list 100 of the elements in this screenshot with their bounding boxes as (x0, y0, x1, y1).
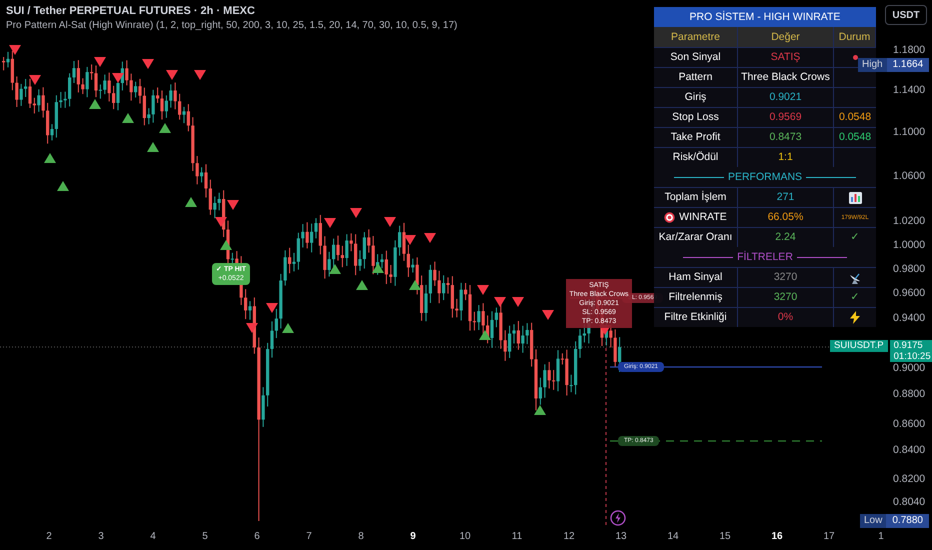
bar-chart-icon (848, 192, 862, 204)
price-axis-label: 0.9400 (893, 313, 926, 324)
time-axis-label: 11 (510, 532, 524, 542)
parameter-label: Risk/Ödül (672, 152, 718, 163)
low-price-price: 0.7880 (886, 514, 929, 528)
buy-signal-marker (329, 264, 341, 274)
sell-signal-marker (94, 57, 106, 67)
high-price-label: High (858, 58, 887, 72)
table-title: PRO SİSTEM - HIGH WINRATE (654, 7, 876, 27)
column-header: Parametre (654, 27, 738, 47)
buy-signal-marker (479, 330, 491, 340)
status-value: ✓ (850, 292, 860, 303)
price-axis-label: 1.1800 (893, 45, 926, 56)
sell-signal-marker (166, 70, 178, 80)
status-value: 0.0548 (838, 132, 872, 143)
sell-signal-marker (142, 59, 154, 69)
low-price-label: Low (860, 514, 886, 528)
time-axis-label: 2 (45, 532, 53, 542)
sell-signal-marker (494, 297, 506, 307)
time-axis-label: 5 (201, 532, 209, 542)
time-axis-label: 3 (97, 532, 105, 542)
buy-signal-marker (534, 405, 546, 415)
price-axis-label: 1.0000 (893, 240, 926, 250)
lightning-icon (610, 510, 626, 526)
parameter-label: Kar/Zarar Oranı (658, 232, 732, 243)
sell-signal-marker (324, 218, 336, 228)
column-header: Değer (738, 27, 834, 47)
sell-signal-marker (9, 45, 21, 55)
chart-title: SUI / Tether PERPETUAL FUTURES · 2h · MEXC (6, 5, 256, 18)
currency-button[interactable]: USDT (885, 5, 927, 25)
parameter-value: 2.24 (775, 232, 796, 243)
buy-signal-marker (57, 181, 69, 191)
parameter-label: Filtre Etkinliği (664, 312, 727, 323)
time-axis-label: 17 (822, 532, 836, 542)
parameter-value: 66.05% (768, 212, 804, 223)
status-value: 0.0548 (838, 112, 872, 123)
time-axis-label: 13 (614, 532, 628, 542)
parameter-value: Three Black Crows (741, 72, 830, 83)
last-price: 0.9175 (894, 340, 924, 351)
sell-signal-marker (404, 235, 416, 245)
time-axis-label: 10 (458, 532, 472, 542)
price-axis-label: 0.9000 (893, 363, 926, 374)
parameter-label: WINRATE (679, 212, 727, 223)
sell-signal-marker (512, 297, 524, 307)
price-axis-label: 0.8040 (893, 497, 926, 508)
sell-signal-marker (384, 217, 396, 227)
sell-signal-marker (246, 323, 258, 333)
parameter-label: Pattern (678, 72, 712, 83)
parameter-label: Take Profit (670, 132, 720, 143)
time-axis-label: 6 (253, 532, 261, 542)
parameter-value: 0.8473 (769, 132, 802, 143)
time-axis-label: 16 (770, 532, 784, 542)
price-axis-label: 0.9800 (893, 264, 926, 274)
time-axis-label: 8 (357, 532, 365, 542)
parameter-label: Ham Sinyal (668, 272, 722, 283)
price-axis-label: 0.8200 (893, 474, 926, 484)
status-value: ✓ (850, 232, 860, 243)
sell-signal-marker (194, 70, 206, 80)
buy-signal-marker (147, 142, 159, 152)
indicator-label: Pro Pattern Al-Sat (High Winrate) (1, 2, top_right, 50, 200, 3, 10, 25, 1.5, 20, 14, 70, 30, 10, 0.5, 9, 17) (6, 20, 458, 32)
time-axis-label: 9 (409, 532, 417, 542)
time-axis-label: 15 (718, 532, 732, 542)
price-axis-label: 0.8600 (893, 419, 926, 430)
symbol-tag: SUIUSDT.P (830, 340, 888, 352)
satellite-dish-icon (848, 271, 862, 284)
sell-signal-marker (112, 73, 124, 83)
sell-signal-marker (266, 303, 278, 313)
parameter-label: Giriş (684, 92, 706, 103)
price-axis-label: 1.0200 (893, 216, 926, 226)
column-header: Durum (834, 27, 876, 47)
parameter-label: Stop Loss (672, 112, 719, 123)
time-axis-label: 7 (305, 532, 313, 542)
buy-signal-marker (185, 197, 197, 207)
parameter-value: SATIŞ (770, 52, 800, 63)
sell-signal-marker (350, 208, 362, 218)
time-axis-label: 14 (666, 532, 680, 542)
sell-signal-marker (227, 200, 239, 210)
buy-signal-marker (372, 263, 384, 273)
buy-signal-marker (159, 123, 171, 133)
time-axis-label: 12 (562, 532, 576, 542)
sell-signal-marker (477, 285, 489, 295)
section-heading: FİLTRELER (737, 252, 793, 262)
buy-signal-marker (356, 280, 368, 290)
parameter-value: 3270 (774, 272, 798, 283)
price-axis-label: 0.9600 (893, 288, 926, 298)
high-price-price: 1.1664 (886, 58, 930, 72)
parameter-value: 271 (776, 192, 794, 203)
time-axis-label: 1 (877, 532, 885, 542)
buy-signal-marker (89, 99, 101, 109)
price-axis-label: 0.8400 (893, 445, 926, 456)
sell-signal-marker (542, 310, 554, 320)
sell-signal-marker (424, 233, 436, 243)
parameter-value: 3270 (774, 292, 798, 303)
countdown-timer: 01:10:25 (894, 351, 931, 362)
target-icon (664, 212, 676, 223)
sell-signal-marker (215, 217, 227, 227)
parameter-label: Toplam İşlem (664, 192, 726, 203)
buy-signal-marker (220, 240, 232, 250)
parameter-value: 0.9021 (769, 92, 802, 103)
buy-signal-marker (122, 113, 134, 123)
